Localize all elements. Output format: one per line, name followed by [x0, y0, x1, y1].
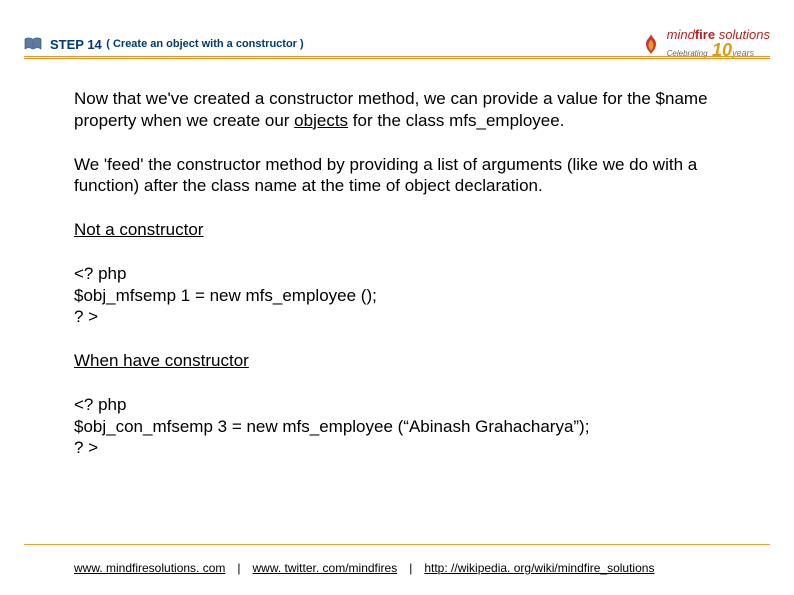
- paragraph-2: We 'feed' the constructor method by prov…: [74, 154, 710, 198]
- header-divider: [24, 56, 770, 59]
- slide-content: Now that we've created a constructor met…: [74, 88, 710, 481]
- code-block-2: <? php $obj_con_mfsemp 3 = new mfs_emplo…: [74, 394, 710, 459]
- footer-divider: [24, 544, 770, 545]
- code1-l2: $obj_mfsemp 1 = new mfs_employee ();: [74, 286, 377, 305]
- flame-icon: [639, 32, 663, 56]
- footer-separator-1: |: [237, 561, 240, 575]
- when-have-heading: When have constructor: [74, 351, 249, 370]
- paragraph-1: Now that we've created a constructor met…: [74, 88, 710, 132]
- header-left: STEP 14 ( Create an object with a constr…: [24, 35, 304, 53]
- footer: www. mindfiresolutions. com | www. twitt…: [74, 561, 770, 575]
- book-icon: [24, 37, 42, 51]
- code1-l1: <? php: [74, 264, 126, 283]
- footer-link-wikipedia[interactable]: http: //wikipedia. org/wiki/mindfire_sol…: [424, 561, 654, 575]
- code-block-1: <? php $obj_mfsemp 1 = new mfs_employee …: [74, 263, 710, 328]
- footer-link-twitter[interactable]: www. twitter. com/mindfires: [253, 561, 398, 575]
- code2-l2: $obj_con_mfsemp 3 = new mfs_employee (“A…: [74, 417, 589, 436]
- step-subtitle: ( Create an object with a constructor ): [106, 38, 303, 50]
- code2-l1: <? php: [74, 395, 126, 414]
- footer-separator-2: |: [409, 561, 412, 575]
- objects-link[interactable]: objects: [294, 111, 348, 130]
- step-title: STEP 14: [50, 37, 102, 52]
- not-constructor-heading: Not a constructor: [74, 220, 203, 239]
- code1-l3: ? >: [74, 307, 98, 326]
- p1-text-b: for the class mfs_employee.: [348, 111, 564, 130]
- footer-link-website[interactable]: www. mindfiresolutions. com: [74, 561, 225, 575]
- code2-l3: ? >: [74, 438, 98, 457]
- logo-prefix: mind: [667, 27, 695, 42]
